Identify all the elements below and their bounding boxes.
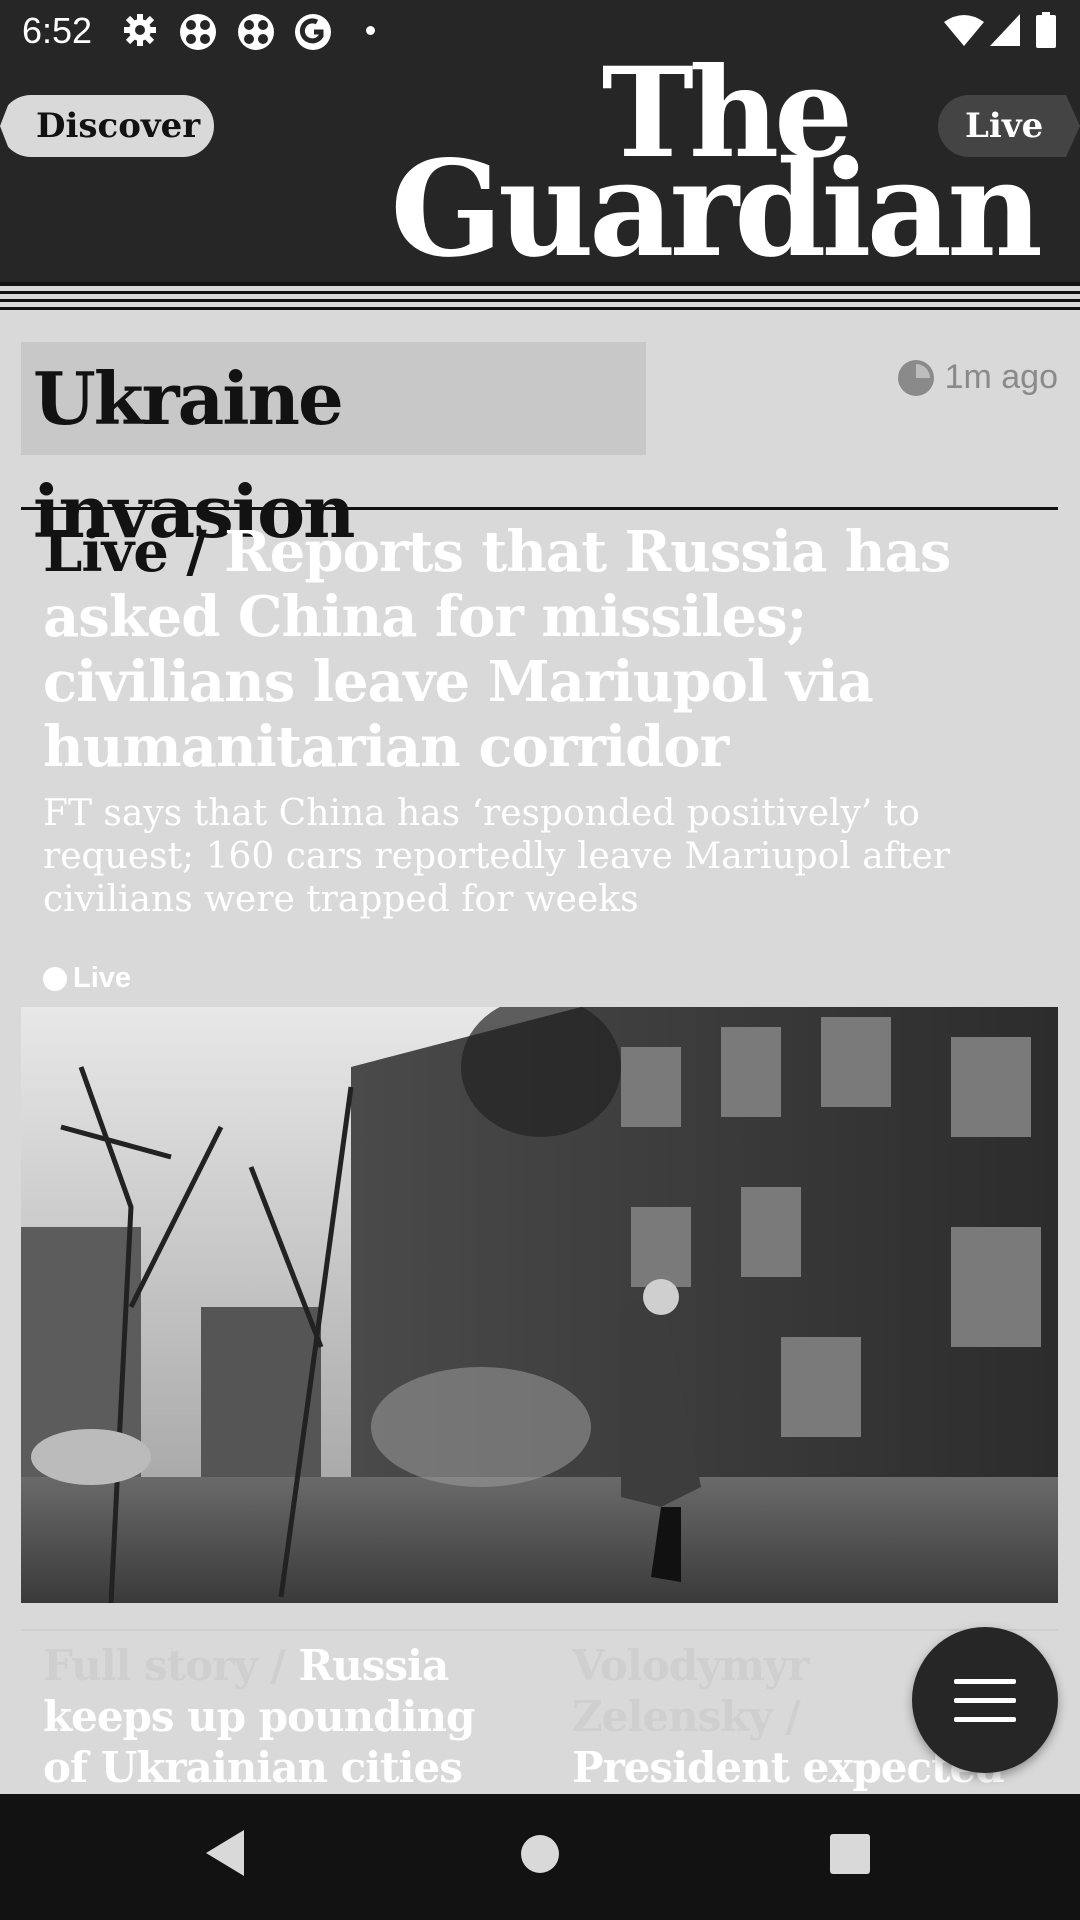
home-icon[interactable] — [520, 1834, 560, 1874]
recents-icon[interactable] — [830, 1834, 870, 1874]
header-rules — [0, 282, 1080, 322]
lead-standfirst: FT says that China has ‘responded positi… — [43, 793, 951, 920]
menu-button[interactable] — [912, 1627, 1058, 1773]
headline-kicker: Live / — [43, 519, 225, 585]
back-icon[interactable] — [206, 1830, 246, 1876]
app-header: Discover The Guardian Live — [0, 52, 1080, 287]
timestamp-text: 1m ago — [944, 358, 1058, 396]
timestamp: 1m ago — [897, 358, 1058, 397]
cards-divider — [21, 1629, 1058, 1631]
card-kicker: Full story / — [43, 1641, 299, 1690]
status-bar: 6:52 — [0, 0, 1080, 62]
menu-icon — [954, 1717, 1016, 1722]
menu-icon — [954, 1698, 1016, 1703]
lead-photo-image — [21, 1007, 1058, 1603]
live-button[interactable]: Live — [938, 95, 1080, 157]
section-divider — [21, 507, 1058, 510]
logo-line-2: Guardian — [390, 132, 1043, 287]
notification-dot-icon — [366, 26, 375, 35]
system-nav-bar — [0, 1794, 1080, 1920]
live-dot-icon — [43, 966, 67, 991]
guardian-g-icon — [295, 14, 331, 50]
menu-icon — [954, 1679, 1016, 1684]
battery-icon — [1036, 12, 1056, 48]
discover-button[interactable]: Discover — [0, 95, 214, 157]
lead-headline[interactable]: Live / Reports that Russia has asked Chi… — [43, 520, 1043, 780]
guardian-logo[interactable]: The Guardian — [390, 52, 1043, 287]
live-badge: Live — [43, 962, 131, 995]
cell-signal-icon — [990, 14, 1020, 46]
lead-photo[interactable] — [21, 1007, 1058, 1603]
fan-icon — [238, 14, 274, 50]
status-time: 6:52 — [22, 10, 93, 51]
gear-icon — [124, 14, 156, 46]
live-badge-text: Live — [73, 962, 132, 994]
card-kicker: Volodymyr Zelensky / — [572, 1641, 809, 1741]
fan-icon — [180, 14, 216, 50]
wifi-icon — [944, 15, 984, 46]
clock-icon — [897, 359, 934, 396]
section-title[interactable]: Ukraine invasion — [21, 342, 646, 554]
